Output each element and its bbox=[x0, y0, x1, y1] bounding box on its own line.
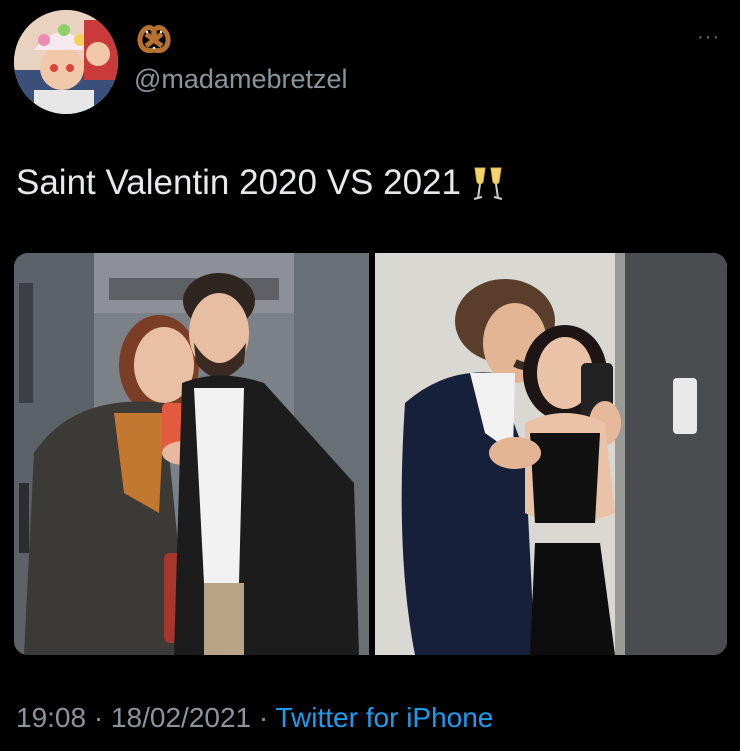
elevator-selfie-photo bbox=[14, 253, 369, 655]
tweet-source-link[interactable]: Twitter for iPhone bbox=[276, 702, 494, 733]
tweet-meta: 19:08 · 18/02/2021 · Twitter for iPhone bbox=[16, 702, 493, 734]
couple-selfie-photo bbox=[375, 253, 727, 655]
pretzel-icon bbox=[137, 25, 171, 54]
tweet-date[interactable]: 18/02/2021 bbox=[111, 702, 251, 733]
display-name[interactable] bbox=[134, 18, 174, 58]
user-handle[interactable]: @madamebretzel bbox=[134, 64, 348, 95]
meta-separator: · bbox=[251, 702, 276, 733]
tweet-text-row: Saint Valentin 2020 VS 2021 bbox=[16, 163, 505, 203]
meta-separator: · bbox=[86, 702, 111, 733]
champagne-glasses-icon bbox=[473, 167, 503, 200]
avatar-image bbox=[14, 10, 118, 114]
tweet-text: Saint Valentin 2020 VS 2021 bbox=[16, 163, 461, 202]
more-options-icon[interactable]: ··· bbox=[697, 27, 720, 47]
tweet-time[interactable]: 19:08 bbox=[16, 702, 86, 733]
avatar[interactable] bbox=[14, 10, 118, 114]
photo-2020[interactable] bbox=[14, 253, 369, 655]
photo-2021[interactable] bbox=[375, 253, 727, 655]
